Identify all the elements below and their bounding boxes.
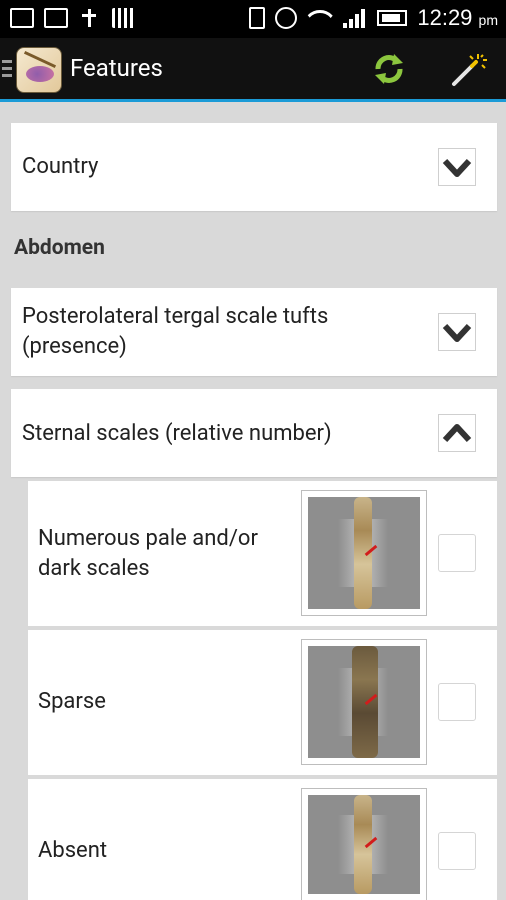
barcode-icon	[112, 8, 136, 28]
notification-icons	[10, 8, 136, 28]
option-label: Sparse	[38, 689, 106, 714]
signal-icon	[343, 8, 367, 28]
option-absent[interactable]: Absent	[28, 779, 497, 900]
refresh-icon[interactable]	[370, 50, 408, 88]
screenshot-icon	[10, 8, 34, 28]
app-logo-icon[interactable]	[16, 47, 62, 93]
collapse-button[interactable]	[438, 414, 476, 452]
code-icon	[44, 8, 68, 28]
expand-button[interactable]	[438, 148, 476, 186]
expand-button[interactable]	[438, 313, 476, 351]
feature-country[interactable]: Country	[11, 123, 497, 211]
magic-wand-icon[interactable]	[448, 50, 488, 90]
usb-icon	[78, 8, 102, 28]
page-title: Features	[70, 54, 163, 82]
section-heading: Abdomen	[14, 236, 105, 260]
option-label: Absent	[38, 838, 108, 863]
status-bar: 12:29 pm	[0, 0, 506, 38]
feature-label: Posterolateral tergal scale tufts (prese…	[22, 304, 329, 359]
option-numerous[interactable]: Numerous pale and/or dark scales	[28, 481, 497, 626]
feature-sternal-scales[interactable]: Sternal scales (relative number)	[11, 389, 497, 477]
chevron-up-icon	[442, 424, 472, 443]
wifi-icon	[307, 8, 333, 28]
navigation-drawer-icon[interactable]	[2, 60, 12, 81]
feature-label: Country	[22, 154, 99, 179]
clock: 12:29 pm	[417, 5, 498, 30]
action-bar: Features	[0, 38, 506, 102]
option-label: Numerous pale and/or dark scales	[38, 526, 258, 581]
option-checkbox[interactable]	[438, 683, 476, 721]
battery-icon	[377, 10, 408, 26]
chevron-down-icon	[442, 323, 472, 342]
vibrate-icon	[249, 7, 266, 29]
option-sparse[interactable]: Sparse	[28, 630, 497, 775]
option-checkbox[interactable]	[438, 832, 476, 870]
option-image[interactable]	[301, 490, 427, 616]
option-image[interactable]	[301, 788, 427, 900]
alarm-icon	[275, 7, 298, 29]
feature-label: Sternal scales (relative number)	[22, 421, 332, 446]
system-icons: 12:29 pm	[249, 5, 498, 31]
option-checkbox[interactable]	[438, 534, 476, 572]
chevron-down-icon	[442, 158, 472, 177]
option-image[interactable]	[301, 639, 427, 765]
feature-tergal-tufts[interactable]: Posterolateral tergal scale tufts (prese…	[11, 288, 497, 376]
